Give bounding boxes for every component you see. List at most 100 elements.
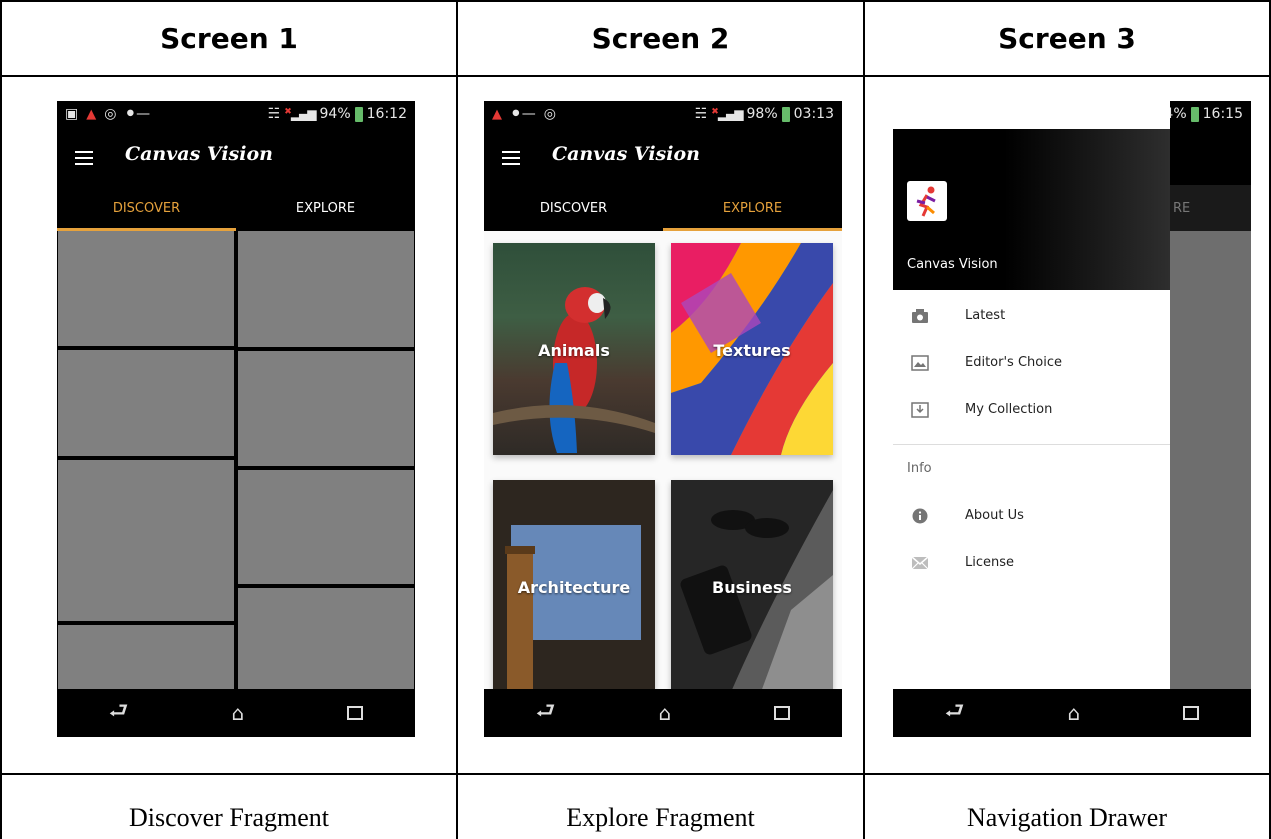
mail-icon xyxy=(911,556,929,570)
category-card-business[interactable]: Business xyxy=(671,480,833,692)
drawer-app-name: Canvas Vision xyxy=(907,257,998,272)
category-label: Animals xyxy=(538,341,610,360)
category-card-textures[interactable]: Textures xyxy=(671,243,833,455)
toolbar: Canvas Vision xyxy=(484,129,842,185)
drawer-item-label: My Collection xyxy=(965,402,1053,417)
recent-apps-icon[interactable] xyxy=(1183,706,1200,720)
app-logo xyxy=(907,181,947,221)
back-icon[interactable]: ⮐ xyxy=(536,694,556,732)
drawer-section-info: Info xyxy=(907,461,932,476)
warning-icon: ▲ xyxy=(492,106,502,122)
app-title: Canvas Vision xyxy=(552,143,700,165)
sync-icon: ◎ xyxy=(543,106,556,122)
screen-2-heading: Screen 2 xyxy=(591,22,730,55)
phone-screen-discover: ▣ ▲ ◎ ⚫— ☵ ✖▂▄▆ 94% 16:12 Canvas Vision … xyxy=(57,101,415,737)
toolbar: Canvas Vision xyxy=(57,129,415,185)
tab-explore[interactable]: EXPLORE xyxy=(663,185,842,231)
screen-2-caption: Explore Fragment xyxy=(566,803,755,832)
phone-screen-explore: ▲ ⚫— ◎ ☵ ✖▂▄▆ 98% 03:13 Canvas Vision DI… xyxy=(484,101,842,737)
info-icon xyxy=(912,508,928,524)
category-card-architecture[interactable]: Architecture xyxy=(493,480,655,692)
column-divider-1 xyxy=(456,0,458,839)
system-nav-bar: ⮐ ⌂ xyxy=(484,689,842,737)
navigation-drawer: Canvas Vision Latest Editor's Choice My … xyxy=(893,101,1170,689)
scrim[interactable] xyxy=(1169,231,1251,689)
recent-apps-icon[interactable] xyxy=(347,706,364,720)
clock: 16:12 xyxy=(366,106,407,122)
image-placeholder[interactable] xyxy=(238,470,414,584)
table-border-left xyxy=(0,0,2,839)
runner-icon xyxy=(916,186,936,217)
key-icon: ⚫— xyxy=(510,106,536,122)
drawer-divider xyxy=(893,444,1170,445)
screen-3-caption: Navigation Drawer xyxy=(967,803,1167,832)
back-icon[interactable]: ⮐ xyxy=(945,694,965,732)
image-grid xyxy=(57,231,415,689)
signal-icon: ✖▂▄▆ xyxy=(711,107,743,121)
table-border-top xyxy=(0,0,1271,2)
drawer-item-label: Latest xyxy=(965,308,1006,323)
drawer-header: Canvas Vision xyxy=(893,129,1170,290)
clock: 03:13 xyxy=(793,106,834,122)
clock: 16:15 xyxy=(1202,106,1243,122)
signal-icon: ✖▂▄▆ xyxy=(284,107,316,121)
battery-percent: 98% xyxy=(746,106,778,122)
battery-percent: 94% xyxy=(319,106,351,122)
home-icon[interactable]: ⌂ xyxy=(1068,701,1081,725)
drawer-item-label: Editor's Choice xyxy=(965,355,1062,370)
phone-screen-drawer: ▲ ◎ ⚫— ✖▂▄▆ 94% 16:15 RE Canvas Vision xyxy=(893,101,1251,737)
download-box-icon xyxy=(911,402,929,418)
drawer-item-editors-choice[interactable]: Editor's Choice xyxy=(893,344,1170,384)
tab-discover[interactable]: DISCOVER xyxy=(484,185,663,231)
sim-icon: ▣ xyxy=(65,106,79,122)
menu-icon[interactable] xyxy=(75,151,93,165)
category-label: Textures xyxy=(713,341,791,360)
battery-icon xyxy=(354,106,363,122)
key-icon: ⚫— xyxy=(124,106,151,122)
back-icon[interactable]: ⮐ xyxy=(109,694,129,732)
drawer-item-license[interactable]: License xyxy=(893,544,1170,584)
column-divider-2 xyxy=(863,0,865,839)
drawer-item-latest[interactable]: Latest xyxy=(893,297,1170,337)
drawer-item-about-us[interactable]: About Us xyxy=(893,497,1170,537)
category-grid: Animals Textures Architecture Business xyxy=(484,231,842,692)
image-placeholder[interactable] xyxy=(58,231,234,346)
header-row-divider xyxy=(0,75,1271,77)
system-nav-bar: ⮐ ⌂ xyxy=(57,689,415,737)
image-placeholder[interactable] xyxy=(238,231,414,347)
drawer-item-label: License xyxy=(965,555,1015,570)
tab-bar: DISCOVER EXPLORE xyxy=(484,185,842,231)
drawer-item-my-collection[interactable]: My Collection xyxy=(893,391,1170,431)
home-icon[interactable]: ⌂ xyxy=(232,701,245,725)
screen-3-heading: Screen 3 xyxy=(998,22,1136,55)
sync-icon: ◎ xyxy=(104,106,117,122)
image-icon xyxy=(911,355,929,371)
caption-row-divider xyxy=(0,773,1271,775)
warning-icon: ▲ xyxy=(86,106,97,122)
battery-icon xyxy=(781,106,790,122)
recent-apps-icon[interactable] xyxy=(774,706,791,720)
image-placeholder[interactable] xyxy=(238,588,414,689)
category-card-animals[interactable]: Animals xyxy=(493,243,655,455)
image-placeholder[interactable] xyxy=(58,625,234,689)
tab-discover[interactable]: DISCOVER xyxy=(57,185,236,231)
camera-icon xyxy=(912,309,928,323)
wifi-icon: ☵ xyxy=(694,106,708,122)
category-label: Architecture xyxy=(517,578,631,597)
tab-explore-dimmed: RE xyxy=(1169,185,1251,231)
status-bar: ▣ ▲ ◎ ⚫— ☵ ✖▂▄▆ 94% 16:12 xyxy=(57,101,415,129)
status-bar: ▲ ⚫— ◎ ☵ ✖▂▄▆ 98% 03:13 xyxy=(484,101,842,129)
battery-icon xyxy=(1190,106,1199,122)
image-placeholder[interactable] xyxy=(238,351,414,466)
category-label: Business xyxy=(712,578,792,597)
drawer-item-label: About Us xyxy=(965,508,1024,523)
menu-icon[interactable] xyxy=(502,151,520,165)
image-placeholder[interactable] xyxy=(58,350,234,456)
app-title: Canvas Vision xyxy=(125,143,273,165)
tab-bar: DISCOVER EXPLORE xyxy=(57,185,415,231)
image-placeholder[interactable] xyxy=(58,460,234,621)
tab-explore[interactable]: EXPLORE xyxy=(236,185,415,231)
screen-1-caption: Discover Fragment xyxy=(128,803,329,832)
home-icon[interactable]: ⌂ xyxy=(659,701,672,725)
wifi-icon: ☵ xyxy=(267,106,281,122)
